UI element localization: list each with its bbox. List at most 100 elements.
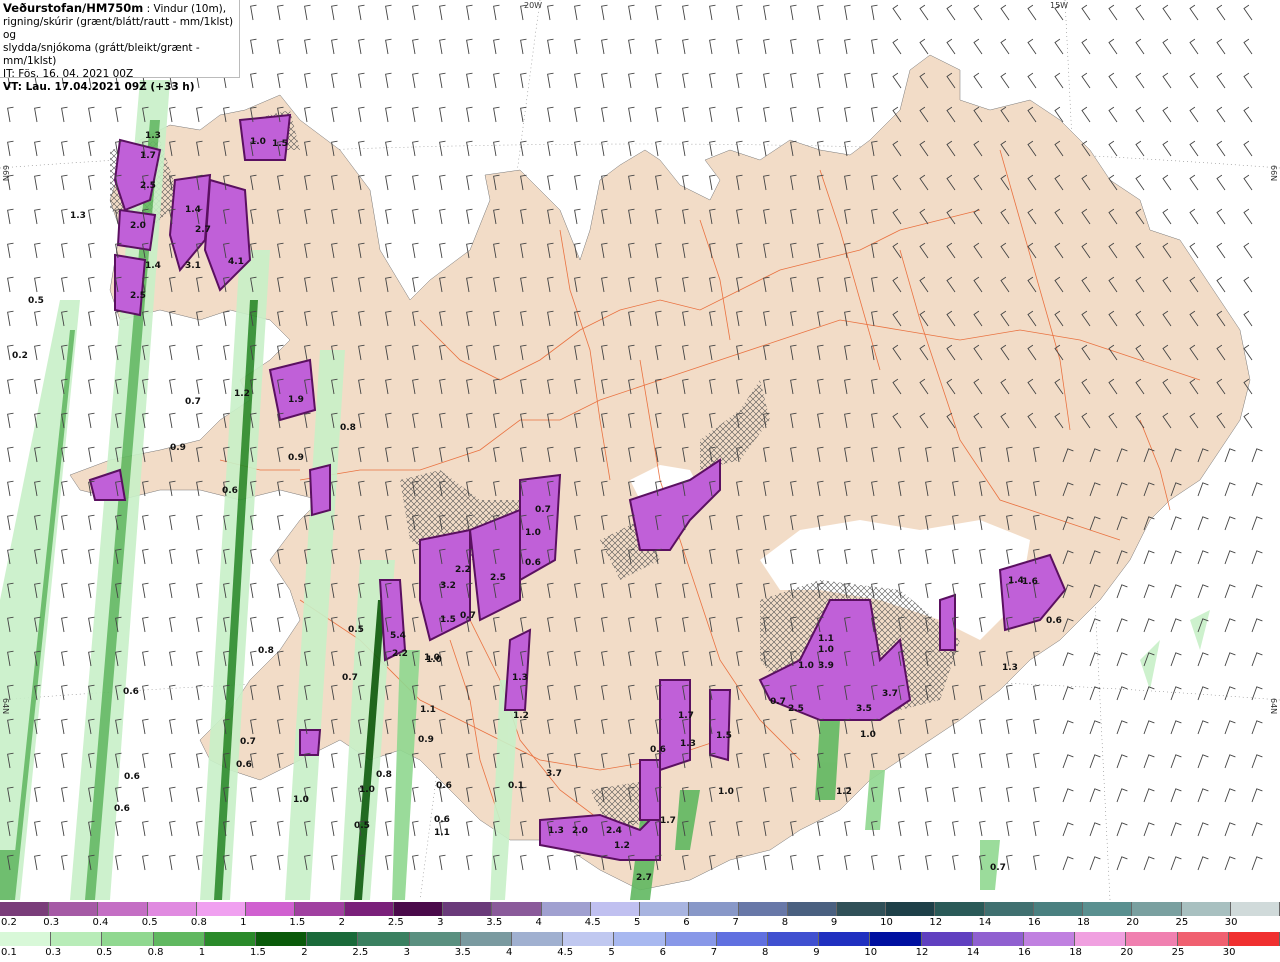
precip-value-label: 0.5: [348, 625, 364, 635]
snow-scale-swatch: [541, 902, 591, 916]
rain-scale-tick-label: 6: [659, 947, 666, 958]
rain-scale-swatch: [614, 932, 666, 946]
precip-value-label: 0.9: [170, 443, 186, 453]
rain-scale-tick-label: 2.5: [352, 947, 369, 958]
snow-scale-swatch: [196, 902, 247, 916]
snow-scale-swatch: [689, 902, 739, 916]
precip-value-label: 1.4: [1008, 576, 1024, 586]
snow-scale-swatch: [246, 902, 296, 916]
rain-scale-swatch: [665, 932, 717, 946]
rain-scale-swatch: [358, 932, 410, 946]
rain-scale-tick-label: 4: [506, 947, 513, 958]
precip-value-label: 0.7: [460, 611, 476, 621]
snow-scale-swatch: [1132, 902, 1182, 916]
precip-value-label: 2.7: [195, 225, 211, 235]
rain-scale-tick-label: 2: [301, 947, 308, 958]
precip-value-label: 0.7: [342, 673, 358, 683]
rain-scale-swatch: [716, 932, 769, 946]
precip-value-label: 1.0: [250, 137, 266, 147]
snow-scale-tick-label: 0.4: [92, 917, 109, 928]
snow-scale-tick-label: 1.5: [289, 917, 306, 928]
precip-value-label: 2.7: [636, 873, 652, 883]
rain-scale-tick-label: 12: [915, 947, 929, 958]
rain-scale-tick-label: 0.1: [1, 947, 17, 958]
precip-value-label: 2.2: [455, 565, 471, 575]
rain-scale-swatch: [51, 932, 103, 946]
rain-scale-tick-label: 1: [198, 947, 206, 958]
precip-value-label: 1.0: [860, 730, 876, 740]
lat-64n-right-label: 64N: [1269, 698, 1278, 715]
precip-value-label: 3.7: [546, 769, 562, 779]
map-info-box: Veðurstofan/HM750m : Vindur (10m), rigni…: [0, 0, 240, 93]
rain-scale-tick-label: 3: [403, 947, 410, 958]
precip-value-label: 5.4: [390, 631, 406, 641]
precip-value-label: 0.7: [770, 697, 786, 707]
snow-scale-swatch: [1230, 902, 1280, 916]
precip-value-label: 1.3: [1002, 663, 1018, 673]
map-desc-rain: rigning/skúrir (grænt/blátt/rautt - mm/1…: [3, 16, 234, 41]
precip-value-label: 0.5: [28, 296, 44, 306]
precip-value-label: 1.3: [512, 673, 528, 683]
rain-scale-swatch: [204, 932, 257, 946]
rain-scale-tick-label: 0.8: [147, 947, 164, 958]
snow-scale-bar: [0, 902, 1280, 916]
precip-value-label: 1.0: [293, 795, 309, 805]
initial-time: IT: Fös. 16. 04. 2021 00Z: [3, 68, 134, 80]
rain-scale-tick-label: 5: [608, 947, 615, 958]
rain-scale-tick-label: 9: [813, 947, 820, 958]
snow-scale-swatch: [935, 902, 985, 916]
precip-value-label: 0.7: [185, 397, 201, 407]
rain-scale-tick-label: 0.3: [45, 947, 62, 958]
precip-value-label: 0.7: [535, 505, 551, 515]
snow-scale-tick-label: 14: [978, 917, 992, 928]
precip-value-label: 1.2: [513, 711, 529, 721]
precip-value-label: 1.0: [798, 661, 814, 671]
precip-value-label: 0.6: [650, 745, 666, 755]
precip-value-label: 1.3: [680, 739, 696, 749]
snow-scale-tick-label: 16: [1027, 917, 1041, 928]
snow-scale-tick-label: 0.5: [141, 917, 158, 928]
precip-value-label: 0.8: [340, 423, 356, 433]
precip-value-label: 0.6: [436, 781, 452, 791]
rain-scale-tick-label: 18: [1069, 947, 1082, 958]
rain-scale-tick-label: 30: [1222, 947, 1236, 958]
snow-scale-swatch: [1083, 902, 1133, 916]
precip-value-label: 0.6: [525, 558, 541, 568]
precip-value-label: 1.1: [420, 705, 436, 715]
lon-15w-label: 15W: [1050, 1, 1069, 10]
map-subtitle: : Vindur (10m),: [143, 3, 227, 15]
snow-scale-swatch: [147, 902, 197, 916]
snow-scale-swatch: [443, 902, 493, 916]
lat-66n-left-label: 66N: [1, 165, 10, 182]
snow-scale-swatch: [98, 902, 148, 916]
rain-scale-swatch: [460, 932, 513, 946]
precip-value-label: 2.5: [490, 573, 506, 583]
rain-scale-swatch: [563, 932, 615, 946]
precip-value-label: 1.0: [718, 787, 734, 797]
precip-value-label: 0.5: [354, 821, 370, 831]
precip-value-label: 1.0: [426, 655, 442, 665]
precip-value-label: 2.0: [572, 826, 588, 836]
precip-value-label: 1.9: [288, 395, 304, 405]
rain-scale-tick-label: 8: [762, 947, 769, 958]
rain-scale-tick-label: 3.5: [454, 947, 471, 958]
snow-scale-swatch: [49, 902, 99, 916]
rain-scale-swatch: [1228, 932, 1280, 946]
precip-value-label: 1.0: [359, 785, 375, 795]
precip-value-label: 2.5: [788, 704, 804, 714]
precip-value-label: 4.1: [228, 257, 244, 267]
snow-scale-tick-label: 25: [1175, 917, 1189, 928]
snow-scale-tick-label: 9: [830, 917, 838, 928]
precip-value-label: 1.0: [525, 528, 541, 538]
precip-value-label: 0.9: [288, 453, 304, 463]
precip-value-label: 1.3: [145, 131, 161, 141]
snow-scale-tick-label: 3.5: [486, 917, 503, 928]
precip-value-label: 2.0: [130, 221, 146, 231]
rain-scale-tick-label: 4.5: [557, 947, 574, 958]
precip-value-label: 1.1: [818, 634, 834, 644]
precip-value-label: 1.5: [440, 615, 456, 625]
precip-value-label: 2.2: [392, 649, 408, 659]
snow-scale-tick-label: 8: [781, 917, 789, 928]
snow-scale-swatch: [836, 902, 887, 916]
precip-value-label: 1.5: [272, 139, 288, 149]
